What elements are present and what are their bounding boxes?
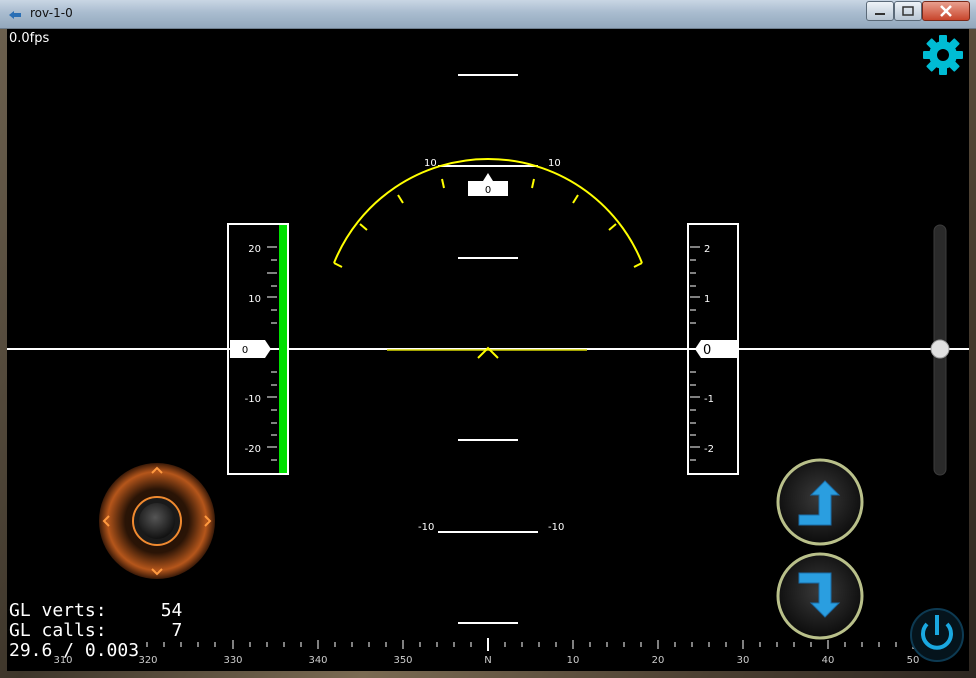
close-button[interactable] bbox=[922, 1, 970, 21]
gl-stats: GL verts: 54 GL calls: 7 29.6 / 0.003 bbox=[9, 601, 182, 661]
joystick-control[interactable] bbox=[97, 461, 217, 581]
compass-label: N bbox=[484, 655, 491, 666]
compass-label: 10 bbox=[567, 655, 580, 666]
window-title: rov-1-0 bbox=[30, 6, 73, 20]
power-button[interactable] bbox=[909, 607, 965, 663]
pitch-label-bottom-right: -10 bbox=[548, 522, 564, 533]
stats-line: GL verts: 54 bbox=[9, 600, 183, 621]
joystick-icon bbox=[139, 503, 175, 539]
left-tick-label: -20 bbox=[245, 444, 261, 455]
settings-gear-icon[interactable] bbox=[921, 33, 965, 77]
pitch-label-top-right: 10 bbox=[548, 158, 561, 169]
right-tick-label: -2 bbox=[704, 444, 714, 455]
right-tick-label: 1 bbox=[704, 294, 710, 305]
fps-counter: 0.0fps bbox=[9, 31, 50, 46]
app-icon bbox=[9, 11, 21, 19]
stats-line: 29.6 / 0.003 bbox=[9, 640, 140, 661]
pitch-label-bottom-left: -10 bbox=[418, 522, 434, 533]
hud-canvas[interactable]: 10 10 -10 -10 0 20 10 -10 -20 0 2 1 -1 -… bbox=[7, 29, 969, 671]
left-scale-ticks bbox=[267, 246, 277, 461]
compass-label: 350 bbox=[393, 655, 412, 666]
compass-label: 340 bbox=[308, 655, 327, 666]
roll-pointer bbox=[483, 173, 493, 181]
right-scale-pointer bbox=[695, 340, 737, 358]
compass-label: 30 bbox=[737, 655, 750, 666]
close-icon bbox=[940, 5, 952, 17]
descend-button[interactable] bbox=[775, 551, 865, 641]
stats-line: GL calls: 7 bbox=[9, 620, 183, 641]
left-scale-value: 0 bbox=[242, 345, 248, 356]
maximize-icon bbox=[902, 6, 914, 16]
roll-readout: 0 bbox=[485, 185, 491, 196]
right-scale-value: 0 bbox=[703, 343, 711, 358]
app-window: rov-1-0 10 10 -10 -10 0 20 10 -10 -20 0 … bbox=[0, 0, 976, 678]
maximize-button[interactable] bbox=[894, 1, 922, 21]
right-tick-label: -1 bbox=[704, 394, 714, 405]
compass-label: 40 bbox=[822, 655, 835, 666]
left-tick-label: 20 bbox=[248, 244, 261, 255]
throttle-bar bbox=[279, 225, 287, 473]
title-bar[interactable]: rov-1-0 bbox=[0, 0, 976, 29]
compass-label: 20 bbox=[652, 655, 665, 666]
depth-slider-thumb bbox=[930, 339, 950, 359]
left-scale-pointer bbox=[230, 340, 271, 358]
left-tick-label: 10 bbox=[248, 294, 261, 305]
right-tick-label: 2 bbox=[704, 244, 710, 255]
ascend-button[interactable] bbox=[775, 457, 865, 547]
compass-label: 330 bbox=[223, 655, 242, 666]
left-tick-label: -10 bbox=[245, 394, 261, 405]
minimize-icon bbox=[875, 13, 885, 15]
minimize-button[interactable] bbox=[866, 1, 894, 21]
